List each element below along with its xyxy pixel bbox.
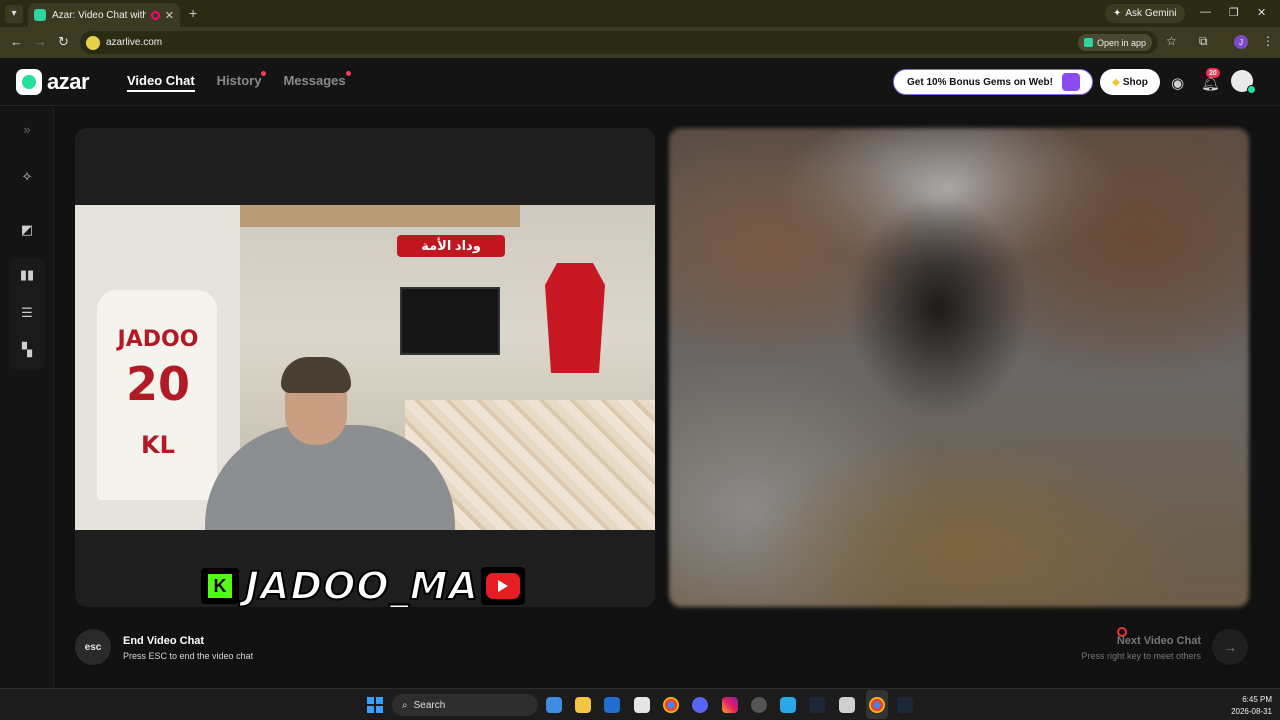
bonus-gems-button[interactable]: Get 10% Bonus Gems on Web! (893, 69, 1093, 95)
shop-label: Shop (1122, 76, 1148, 88)
photos-app-icon[interactable] (546, 697, 562, 713)
bookmark-star-icon[interactable]: ☆ (1166, 34, 1177, 48)
search-icon: ⌕ (402, 699, 408, 711)
streamer-name: JADOO_MA (244, 563, 479, 607)
sticker-icon[interactable]: ◩ (17, 220, 37, 240)
local-video-panel: JADOO 20 KL وداد الأمة K JADOO_MA (75, 128, 655, 607)
local-video-feed: JADOO 20 KL وداد الأمة (75, 205, 655, 530)
nav-messages[interactable]: Messages (283, 71, 351, 92)
taskbar-search[interactable]: ⌕ Search (392, 694, 538, 716)
youtube-logo-icon (480, 567, 525, 605)
ask-gemini-button[interactable]: ✦ Ask Gemini (1105, 4, 1185, 23)
obs-icon[interactable] (751, 697, 767, 713)
open-in-app-button[interactable]: Open in app (1077, 34, 1152, 51)
browser-tab-bar: ▾ Azar: Video Chat with New ✕ + ✦ Ask Ge… (0, 0, 1280, 27)
app-icon-blue[interactable] (780, 697, 796, 713)
windows-start-icon[interactable] (367, 697, 383, 713)
next-chat-hint: Press right key to meet others (1081, 651, 1201, 661)
tab-search-icon[interactable]: ▾ (5, 4, 23, 23)
clock-time: 6:45 PM (1242, 695, 1272, 704)
url-text: azarlive.com (106, 37, 163, 48)
minimize-icon[interactable]: — (1200, 6, 1211, 18)
end-chat-button[interactable]: esc (75, 629, 111, 665)
main-nav: Video Chat History Messages (127, 71, 351, 92)
windows-taskbar: ⌕ Search 6:45 PM 2026-08-31 (0, 688, 1280, 720)
close-tab-icon[interactable]: ✕ (165, 9, 174, 22)
next-chat-title: Next Video Chat (1116, 635, 1201, 647)
end-chat-title: End Video Chat (123, 635, 205, 647)
system-clock[interactable]: 6:45 PM 2026-08-31 (1231, 694, 1272, 718)
gemini-icon: ✦ (1113, 8, 1122, 19)
remote-video-panel (669, 128, 1249, 607)
online-status-dot (1247, 85, 1256, 94)
back-icon[interactable]: ← (10, 34, 23, 49)
history-unread-dot (261, 71, 267, 76)
red-jersey (545, 263, 605, 373)
address-bar-row: ← → ↻ azarlive.com Open in app ☆ ⧉ J ⋮ (0, 27, 1280, 58)
extensions-icon[interactable]: ⧉ (1199, 34, 1208, 49)
azar-logo-icon (16, 69, 42, 95)
next-chat-arrow-icon[interactable]: → (1212, 629, 1248, 665)
recording-icon (150, 10, 160, 20)
streamer (205, 355, 455, 530)
outlook-icon[interactable] (604, 697, 620, 713)
television (400, 287, 500, 355)
tab-title: Azar: Video Chat with New (52, 9, 146, 21)
kick-logo-icon: K (201, 568, 239, 604)
taskbar-search-label: Search (413, 699, 446, 711)
discord-icon[interactable] (692, 697, 708, 713)
chrome-active-icon[interactable] (869, 697, 885, 713)
end-chat-hint: Press ESC to end the video chat (123, 651, 254, 661)
nav-messages-label: Messages (283, 73, 346, 88)
restore-icon[interactable]: ❐ (1229, 6, 1239, 19)
layout-stacked-icon[interactable]: ☰ (17, 303, 37, 323)
streamer-nametag: K JADOO_MA (201, 563, 535, 607)
url-field[interactable]: azarlive.com Open in app (80, 31, 1158, 54)
nav-history-label: History (216, 73, 262, 88)
jersey-letters: KL (141, 431, 175, 459)
brand-name: azar (47, 69, 90, 94)
close-window-icon[interactable]: ✕ (1257, 6, 1266, 19)
azar-logo[interactable]: azar (16, 69, 90, 95)
reload-icon[interactable]: ↻ (58, 34, 69, 50)
ask-gemini-label: Ask Gemini (1125, 8, 1177, 19)
chrome-icon[interactable] (663, 697, 679, 713)
magic-wand-icon[interactable]: ✧ (17, 167, 37, 187)
app-header: azar Video Chat History Messages Get 10%… (0, 58, 1280, 106)
notification-badge: 20 (1206, 68, 1220, 78)
azar-favicon-icon (34, 9, 46, 21)
forward-icon[interactable]: → (34, 34, 47, 49)
app-icon (1083, 38, 1093, 47)
left-sidebar: » ✧ ◩ ▮▮ ☰ ▚ (0, 107, 54, 688)
open-in-app-label: Open in app (1096, 37, 1146, 48)
app-icon-box[interactable] (839, 697, 855, 713)
layout-grid-icon[interactable]: ▚ (17, 340, 37, 360)
promo-label: Get 10% Bonus Gems on Web! (907, 76, 1053, 88)
gem-icon: ◆ (1112, 76, 1120, 88)
nav-video-chat[interactable]: Video Chat (127, 73, 195, 92)
instagram-icon[interactable] (722, 697, 738, 713)
steam-icon[interactable] (809, 697, 825, 713)
browser-menu-icon[interactable]: ⋮ (1262, 34, 1274, 48)
jersey-number: 20 (125, 357, 190, 411)
messages-unread-dot (345, 71, 351, 76)
gift-icon (1062, 73, 1080, 91)
nav-history[interactable]: History (216, 71, 267, 92)
shop-button[interactable]: ◆ Shop (1100, 69, 1160, 95)
profile-avatar[interactable] (1231, 70, 1256, 94)
team-scarf: وداد الأمة (397, 235, 505, 257)
jersey-name: JADOO (117, 327, 199, 352)
gems-icon[interactable]: ◉ (1171, 74, 1184, 92)
new-tab-icon[interactable]: + (189, 5, 197, 21)
steam-icon-2[interactable] (897, 697, 913, 713)
store-icon[interactable] (634, 697, 650, 713)
file-explorer-icon[interactable] (575, 697, 591, 713)
browser-profile-avatar[interactable]: J (1234, 35, 1248, 49)
layout-side-by-side-icon[interactable]: ▮▮ (17, 265, 37, 285)
clock-date: 2026-08-31 (1231, 707, 1272, 716)
site-info-icon[interactable] (86, 35, 100, 50)
browser-tab[interactable]: Azar: Video Chat with New ✕ (28, 3, 180, 27)
profile-initial: J (1239, 37, 1243, 47)
expand-sidebar-icon[interactable]: » (17, 119, 37, 139)
